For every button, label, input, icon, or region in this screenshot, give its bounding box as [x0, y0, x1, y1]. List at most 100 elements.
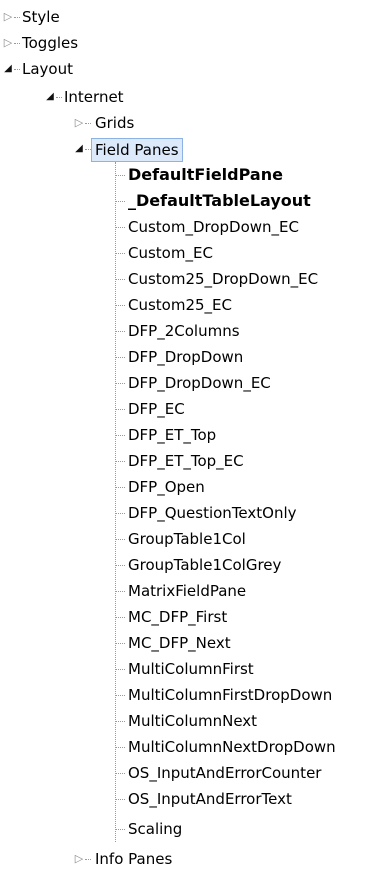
tree-leaf-label: Custom25_DropDown_EC — [128, 270, 319, 288]
tree-node-label: Style — [22, 8, 60, 26]
tree-connector — [116, 487, 125, 488]
tree-connector — [116, 435, 125, 436]
selected-node-label[interactable]: Field Panes — [91, 138, 183, 162]
tree-leaf-item[interactable]: DFP_EC — [0, 396, 378, 422]
tree-connector — [116, 201, 125, 202]
tree-leaf-item[interactable]: Custom_DropDown_EC — [0, 214, 378, 240]
tree-connector — [116, 747, 125, 748]
tree-leaf-label: GroupTable1ColGrey — [128, 556, 282, 574]
tree-node-layout[interactable]: ◢ Layout — [0, 56, 378, 82]
tree-leaf-label: DFP_Open — [128, 478, 205, 496]
tree-leaf-item[interactable]: MC_DFP_Next — [0, 630, 378, 656]
tree-connector — [116, 357, 125, 358]
tree-leaf-label: DefaultFieldPane — [128, 165, 283, 184]
tree-connector — [56, 97, 62, 98]
tree-leaf-label: DFP_ET_Top — [128, 426, 217, 444]
tree-leaf-label: DFP_DropDown_EC — [128, 374, 271, 392]
tree-connector — [116, 591, 125, 592]
tree-leaf-item[interactable]: DFP_Open — [0, 474, 378, 500]
triangle-down-icon[interactable]: ◢ — [44, 84, 56, 110]
tree-connector — [116, 227, 125, 228]
tree-leaf-item[interactable]: DefaultFieldPane — [0, 162, 378, 188]
tree-leaf-item[interactable]: OS_InputAndErrorCounter — [0, 760, 378, 786]
tree-leaf-label: MultiColumnFirstDropDown — [128, 686, 333, 704]
tree-leaf-item[interactable]: _DefaultTableLayout — [0, 188, 378, 214]
tree-connector — [85, 859, 91, 860]
tree-leaf-item[interactable]: Scaling — [0, 816, 378, 842]
tree-leaf-label: GroupTable1Col — [128, 530, 246, 548]
tree-leaf-item[interactable]: Custom25_EC — [0, 292, 378, 318]
tree-leaf-item[interactable]: MultiColumnFirstDropDown — [0, 682, 378, 708]
tree-leaf-label: _DefaultTableLayout — [128, 191, 311, 210]
tree-leaf-item[interactable]: GroupTable1Col — [0, 526, 378, 552]
tree-node-label: Layout — [22, 60, 73, 78]
tree-leaf-item[interactable]: Custom_EC — [0, 240, 378, 266]
tree-node-info-panes[interactable]: ▷ Info Panes — [0, 846, 378, 872]
tree-node-style[interactable]: ▷ Style — [0, 4, 378, 30]
tree-leaf-label: MultiColumnNextDropDown — [128, 738, 336, 756]
tree-leaf-label: OS_InputAndErrorText — [128, 790, 292, 808]
tree-leaf-item[interactable]: DFP_QuestionTextOnly — [0, 500, 378, 526]
tree-connector — [116, 799, 125, 800]
tree-leaf-label: Scaling — [128, 820, 183, 838]
tree-connector — [116, 617, 125, 618]
tree-connector — [116, 669, 125, 670]
tree-node-label: Toggles — [22, 34, 79, 52]
triangle-right-icon[interactable]: ▷ — [2, 4, 14, 30]
tree-connector — [14, 43, 20, 44]
tree-connector — [116, 175, 125, 176]
tree-leaf-item[interactable]: MultiColumnNextDropDown — [0, 734, 378, 760]
tree-connector — [116, 409, 125, 410]
tree-leaf-label: OS_InputAndErrorCounter — [128, 764, 322, 782]
tree-connector — [116, 253, 125, 254]
tree-leaf-item[interactable]: DFP_DropDown — [0, 344, 378, 370]
tree-leaf-label: MC_DFP_Next — [128, 634, 231, 652]
tree-leaf-label: Custom25_EC — [128, 296, 233, 314]
tree-node-toggles[interactable]: ▷ Toggles — [0, 30, 378, 56]
tree-connector — [116, 643, 125, 644]
tree-node-internet[interactable]: ◢ Internet — [0, 84, 378, 110]
tree-connector — [116, 829, 125, 830]
tree-connector — [116, 461, 125, 462]
tree-leaf-label: MC_DFP_First — [128, 608, 228, 626]
tree-leaf-label: DFP_QuestionTextOnly — [128, 504, 297, 522]
tree-node-field-panes[interactable]: ◢ Field Panes — [0, 136, 378, 162]
tree-connector — [116, 279, 125, 280]
tree-node-label: Info Panes — [95, 850, 173, 868]
tree-connector — [85, 123, 91, 124]
tree-leaf-label: DFP_DropDown — [128, 348, 244, 366]
triangle-right-icon[interactable]: ▷ — [73, 110, 85, 136]
tree-leaf-item[interactable]: DFP_2Columns — [0, 318, 378, 344]
tree-node-label: Grids — [95, 114, 135, 132]
tree-connector — [116, 383, 125, 384]
tree-leaf-item[interactable]: GroupTable1ColGrey — [0, 552, 378, 578]
layout-tree: ▷ Style ▷ Toggles ◢ Layout ◢ Internet ▷ … — [0, 0, 378, 877]
tree-connector — [14, 69, 20, 70]
tree-connector — [116, 565, 125, 566]
tree-leaf-item[interactable]: MultiColumnFirst — [0, 656, 378, 682]
tree-leaf-item[interactable]: MultiColumnNext — [0, 708, 378, 734]
tree-leaf-label: DFP_EC — [128, 400, 185, 418]
tree-leaf-label: MultiColumnNext — [128, 712, 258, 730]
tree-leaf-item[interactable]: DFP_DropDown_EC — [0, 370, 378, 396]
triangle-right-icon[interactable]: ▷ — [73, 846, 85, 872]
tree-connector — [116, 305, 125, 306]
tree-node-grids[interactable]: ▷ Grids — [0, 110, 378, 136]
tree-leaf-item[interactable]: MatrixFieldPane — [0, 578, 378, 604]
tree-leaf-item[interactable]: DFP_ET_Top_EC — [0, 448, 378, 474]
tree-leaf-label: DFP_ET_Top_EC — [128, 452, 244, 470]
triangle-down-icon[interactable]: ◢ — [73, 136, 85, 162]
tree-leaf-item[interactable]: DFP_ET_Top — [0, 422, 378, 448]
tree-connector — [116, 539, 125, 540]
tree-leaf-label: Custom_DropDown_EC — [128, 218, 300, 236]
triangle-down-icon[interactable]: ◢ — [2, 56, 14, 82]
triangle-right-icon[interactable]: ▷ — [2, 30, 14, 56]
tree-leaf-item[interactable]: Custom25_DropDown_EC — [0, 266, 378, 292]
tree-connector — [14, 17, 20, 18]
tree-leaf-label: MultiColumnFirst — [128, 660, 254, 678]
tree-leaf-item[interactable]: OS_InputAndErrorText — [0, 786, 378, 812]
tree-leaf-label: Custom_EC — [128, 244, 213, 262]
tree-leaf-label: DFP_2Columns — [128, 322, 240, 340]
tree-connector — [116, 695, 125, 696]
tree-leaf-item[interactable]: MC_DFP_First — [0, 604, 378, 630]
